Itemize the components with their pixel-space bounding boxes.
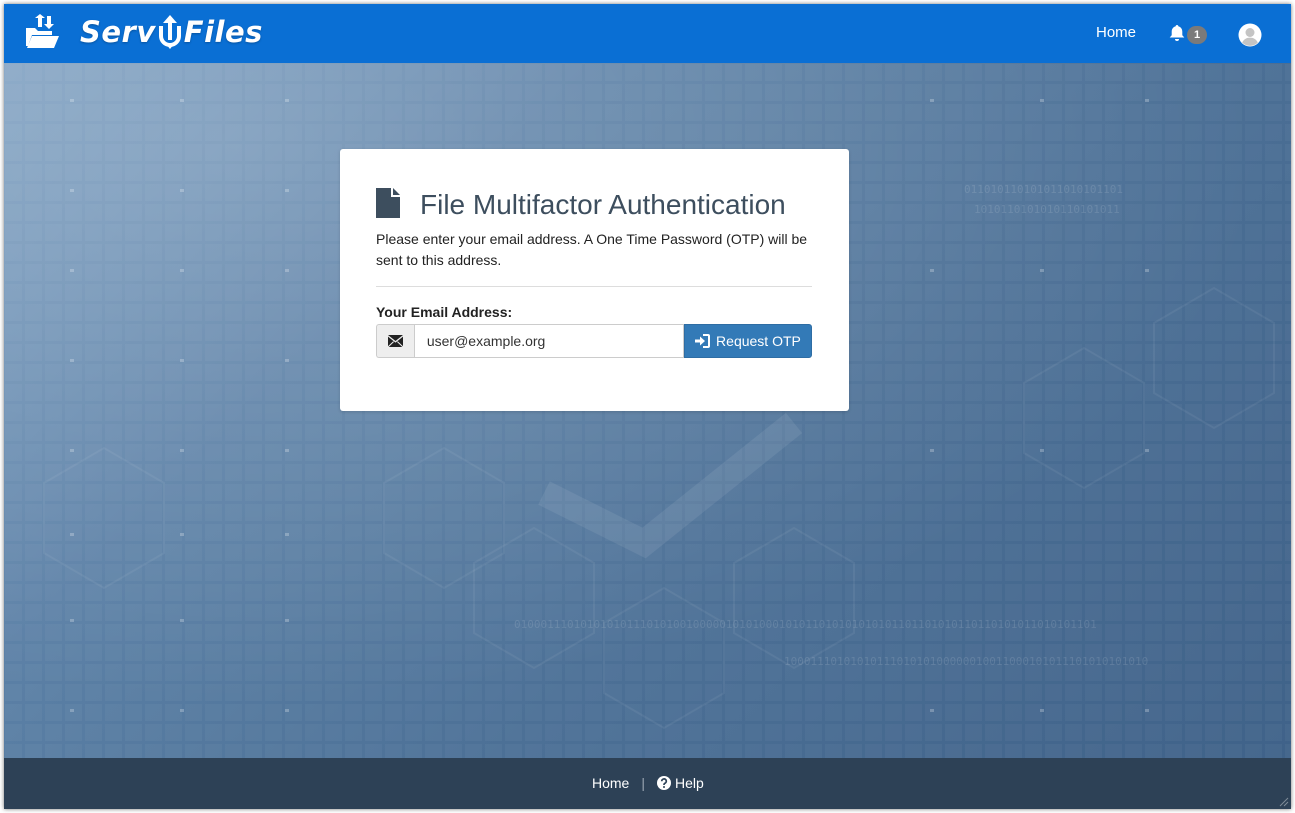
footer-separator: |	[641, 775, 645, 791]
mfa-card: File Multifactor Authentication Please e…	[340, 149, 849, 411]
resize-grip-icon[interactable]	[1277, 795, 1289, 807]
email-input-group: Request OTP	[376, 324, 813, 358]
email-addon	[376, 324, 414, 358]
footer-links: Home | Help	[592, 775, 704, 791]
divider	[376, 286, 812, 287]
brand-name-right: Files	[183, 15, 263, 49]
request-otp-button[interactable]: Request OTP	[683, 324, 813, 358]
page-title: File Multifactor Authentication	[420, 189, 786, 220]
bell-icon[interactable]	[1169, 24, 1185, 42]
file-icon	[376, 188, 400, 218]
footer-home-link[interactable]: Home	[592, 775, 629, 791]
instructions-text: Please enter your email address. A One T…	[376, 231, 808, 268]
request-otp-label: Request OTP	[716, 333, 801, 349]
brand-name-left: Serv	[80, 15, 156, 49]
svg-text:100011101010101110101010000001: 1000111010101011101010100000010011000101…	[784, 655, 1148, 668]
footer-help-link[interactable]: Help	[657, 775, 704, 791]
footer: Home | Help	[4, 758, 1291, 809]
brand-logo[interactable]: Serv Files	[24, 14, 263, 50]
svg-text:011010110101011010101101: 011010110101011010101101	[964, 183, 1123, 196]
footer-help-label: Help	[675, 775, 704, 791]
sign-in-icon	[695, 334, 711, 348]
top-navbar: Serv Files Home 1	[4, 4, 1291, 63]
email-input[interactable]	[413, 324, 684, 358]
user-avatar-icon[interactable]	[1238, 23, 1262, 47]
nav-home-link[interactable]: Home	[1096, 24, 1136, 41]
brand-wordmark: Serv Files	[80, 14, 263, 50]
help-circle-icon	[657, 776, 671, 790]
brand-u-arrow-icon	[158, 15, 181, 49]
svg-text:010001110101010101110101001000: 0100011101010101011101010010000010101000…	[514, 618, 1097, 631]
app-window: Serv Files Home 1 0100011101010101011101…	[4, 4, 1291, 809]
envelope-icon	[387, 335, 403, 347]
notification-badge[interactable]: 1	[1187, 26, 1207, 44]
email-label: Your Email Address:	[376, 304, 513, 320]
folder-upload-icon	[26, 14, 59, 48]
svg-text:1010110101010110101011: 1010110101010110101011	[974, 203, 1120, 216]
card-header: File Multifactor Authentication	[376, 185, 786, 221]
